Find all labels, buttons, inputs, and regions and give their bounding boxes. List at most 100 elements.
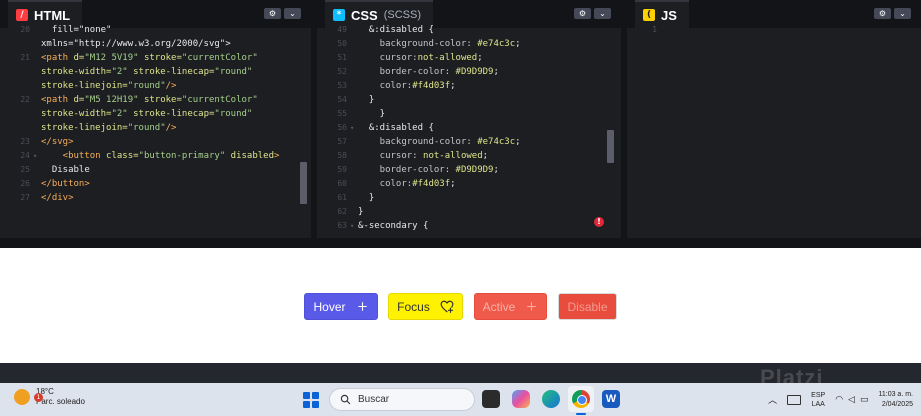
code-token: "round" <box>214 67 253 77</box>
code-line[interactable]: 21 <path d="M12 5V19" stroke="currentColo… <box>0 51 311 65</box>
code-text: stroke-linejoin="round"/> <box>41 121 176 135</box>
volume-icon[interactable]: ◁ <box>848 395 855 405</box>
code-token: "M5 12H19" <box>84 95 144 105</box>
css-pane: * CSS (SCSS) ⚙ ⌄ 49 &:disabled {50 backg… <box>317 0 621 238</box>
line-number: 1 <box>652 25 657 34</box>
code-token: #D9D9D9 <box>455 67 494 77</box>
task-view-icon[interactable] <box>482 390 500 408</box>
edge-icon[interactable] <box>542 390 560 408</box>
code-token: color: <box>358 179 413 189</box>
code-line[interactable]: xmlns="http://www.w3.org/2000/svg"> <box>0 37 311 51</box>
focus-button[interactable]: Focus <box>388 293 463 320</box>
js-settings-button[interactable]: ⚙ <box>874 8 891 19</box>
code-line[interactable]: 54 } <box>317 93 621 107</box>
line-number: 21 <box>20 53 30 62</box>
lang-top: ESP <box>811 391 826 399</box>
html-settings-button[interactable]: ⚙ <box>264 8 281 19</box>
code-token: border-color: <box>358 67 456 77</box>
code-line[interactable]: 49 &:disabled { <box>317 23 621 37</box>
fold-arrow-icon[interactable]: ▾ <box>350 121 354 135</box>
code-token: "2" <box>111 67 134 77</box>
language-indicator[interactable]: ESP LAA <box>811 391 825 409</box>
code-line[interactable]: stroke-linejoin="round"/> <box>0 121 311 135</box>
css-collapse-button[interactable]: ⌄ <box>594 8 611 19</box>
code-line[interactable]: 24 ▾ <button class="button-primary" disab… <box>0 149 311 163</box>
code-line[interactable]: 53 color:#f4d03f; <box>317 79 621 93</box>
code-line[interactable]: 52 border-color: #D9D9D9; <box>317 65 621 79</box>
code-line[interactable]: 63 ▾ &-secondary { <box>317 219 621 233</box>
taskbar-search[interactable]: Buscar <box>329 388 475 411</box>
code-line[interactable]: 56 ▾ &:disabled { <box>317 121 621 135</box>
code-token: } <box>358 109 386 119</box>
code-token: "round" <box>214 109 253 119</box>
code-line[interactable]: 61 } <box>317 191 621 205</box>
weather-temp: 18°C <box>36 387 54 396</box>
code-text: <button class="button-primary" disabled> <box>41 149 280 163</box>
wifi-icon[interactable]: ◠ <box>835 395 843 405</box>
code-token: ; <box>515 137 521 147</box>
code-text: stroke-linejoin="round"/> <box>41 79 176 93</box>
js-code-editor[interactable]: 1 <box>627 25 921 238</box>
html-icon: / <box>16 9 28 21</box>
code-line[interactable]: 57 background-color: #e74c3c; <box>317 135 621 149</box>
code-line[interactable]: 23 </svg> <box>0 135 311 149</box>
code-text: stroke-width="2" stroke-linecap="round" <box>41 65 252 79</box>
css-pane-subtitle: (SCSS) <box>383 9 422 21</box>
start-button[interactable] <box>303 392 319 408</box>
js-icon: ( <box>643 9 655 21</box>
js-collapse-button[interactable]: ⌄ <box>894 8 911 19</box>
heart-plus-icon <box>440 300 454 313</box>
code-line[interactable]: 50 background-color: #e74c3c; <box>317 37 621 51</box>
code-line[interactable]: 27 </div> <box>0 191 311 205</box>
weather-widget[interactable]: 1 18°C Parc. soleado <box>14 387 85 407</box>
code-line[interactable]: 60 color:#f4d03f; <box>317 177 621 191</box>
line-number: 26 <box>20 179 30 188</box>
chrome-taskbar-button[interactable] <box>568 386 594 412</box>
code-token: stroke-linecap= <box>133 67 215 77</box>
editor-resize-handle[interactable] <box>0 238 921 248</box>
code-line[interactable]: 62} <box>317 205 621 219</box>
copilot-icon[interactable] <box>512 390 530 408</box>
code-line[interactable]: 51 cursor:not-allowed; <box>317 51 621 65</box>
code-line[interactable]: 26 </button> <box>0 177 311 191</box>
code-text: cursor:not-allowed; <box>358 51 483 65</box>
code-line[interactable]: 59 border-color: #D9D9D9; <box>317 163 621 177</box>
code-line[interactable]: 55 } <box>317 107 621 121</box>
html-code-editor[interactable]: 20 fill="none" xmlns="http://www.w3.org/2… <box>0 25 311 238</box>
code-text: color:#f4d03f; <box>358 79 456 93</box>
code-line[interactable]: 20 fill="none" <box>0 23 311 37</box>
tray-chevron-icon[interactable]: ︿ <box>768 393 777 406</box>
code-line[interactable]: stroke-width="2" stroke-linecap="round" <box>0 65 311 79</box>
html-collapse-button[interactable]: ⌄ <box>284 8 301 19</box>
fold-arrow-icon[interactable]: ▾ <box>350 219 354 233</box>
css-settings-button[interactable]: ⚙ <box>574 8 591 19</box>
hover-button[interactable]: Hover <box>304 293 378 320</box>
code-token: stroke= <box>143 53 182 63</box>
word-icon[interactable]: W <box>602 390 620 408</box>
html-scrollbar-thumb[interactable] <box>300 162 307 204</box>
code-line[interactable]: 58 cursor: not-allowed; <box>317 149 621 163</box>
code-token: #D9D9D9 <box>455 165 494 175</box>
code-token: ; <box>450 81 456 91</box>
code-text: border-color: #D9D9D9; <box>358 163 499 177</box>
code-line[interactable]: 25 Disable <box>0 163 311 177</box>
code-token: </div> <box>41 193 74 203</box>
clock[interactable]: 11:03 a. m. 2/04/2025 <box>878 390 913 410</box>
error-icon[interactable]: ! <box>594 217 604 227</box>
code-line[interactable]: stroke-width="2" stroke-linecap="round" <box>0 107 311 121</box>
css-code-editor[interactable]: 49 &:disabled {50 background-color: #e74… <box>317 25 621 238</box>
code-token: Disable <box>41 165 90 175</box>
code-token: } <box>358 95 375 105</box>
code-token: stroke-width= <box>41 109 112 119</box>
code-token: #f4d03f <box>412 81 451 91</box>
active-button[interactable]: Active <box>474 293 547 320</box>
keyboard-icon[interactable] <box>787 394 802 405</box>
code-line[interactable]: 1 <box>627 23 921 37</box>
code-token: #f4d03f <box>412 179 451 189</box>
code-token: not-allowed <box>417 53 478 63</box>
code-line[interactable]: stroke-linejoin="round"/> <box>0 79 311 93</box>
css-scrollbar-thumb[interactable] <box>607 130 614 163</box>
battery-icon[interactable]: ▭ <box>860 395 869 405</box>
fold-arrow-icon[interactable]: ▾ <box>33 149 37 163</box>
code-line[interactable]: 22 <path d="M5 12H19" stroke="currentColo… <box>0 93 311 107</box>
